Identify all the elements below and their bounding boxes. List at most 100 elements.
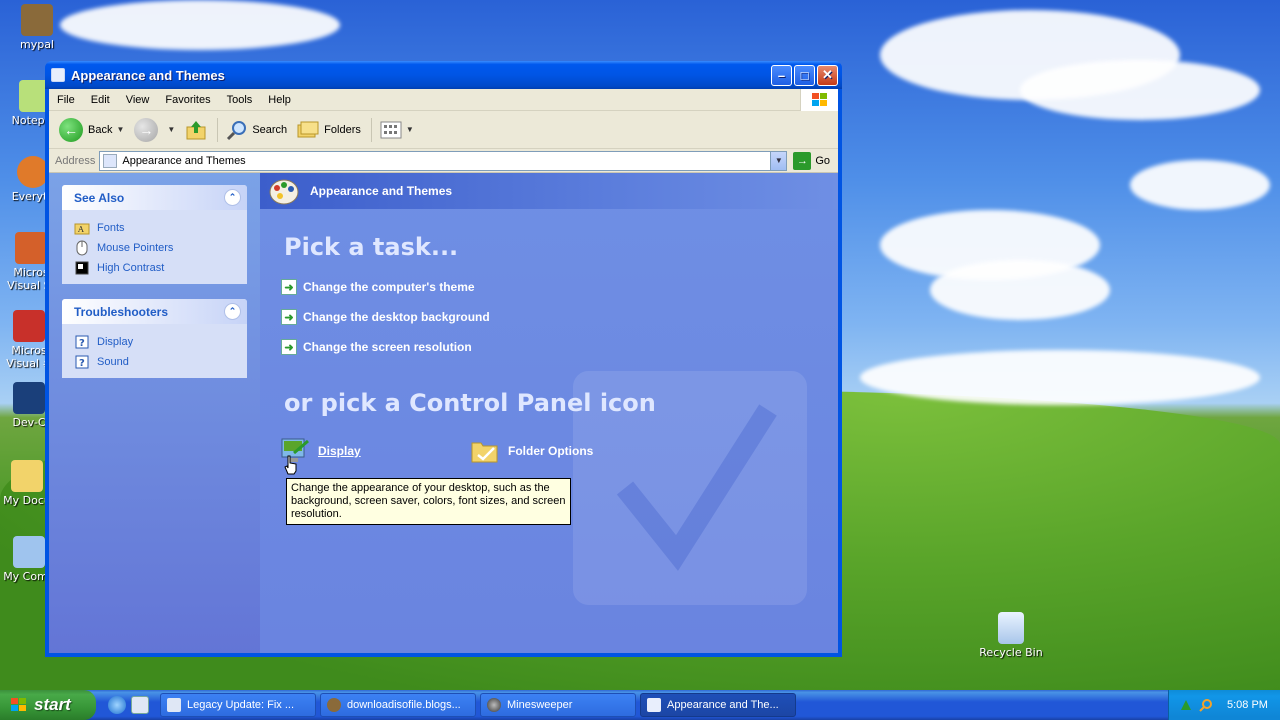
see-also-item-high-contrast[interactable]: High Contrast: [74, 258, 235, 278]
clock[interactable]: 5:08 PM: [1227, 699, 1268, 711]
task-change-background[interactable]: ➜ Change the desktop background: [281, 309, 490, 325]
see-also-item-mouse-pointers[interactable]: Mouse Pointers: [74, 238, 235, 258]
help-icon: ?: [74, 334, 90, 350]
troubleshooter-item-sound[interactable]: ? Sound: [74, 352, 235, 372]
search-tray-icon[interactable]: [1199, 698, 1213, 712]
taskbar-item-minesweeper[interactable]: Minesweeper: [480, 693, 636, 717]
task-change-resolution[interactable]: ➜ Change the screen resolution: [281, 339, 472, 355]
browser-page-icon: [167, 698, 181, 712]
menu-file[interactable]: File: [49, 94, 83, 106]
desktop-icon-recycle-bin[interactable]: Recycle Bin: [976, 612, 1046, 659]
control-panel-icon: [51, 68, 65, 82]
forward-dropdown-icon[interactable]: ▼: [167, 125, 175, 134]
explorer-window: Appearance and Themes – □ ✕ File Edit Vi…: [45, 61, 842, 657]
pick-icon-heading: or pick a Control Panel icon: [284, 389, 656, 417]
green-arrow-icon: ➜: [281, 279, 297, 295]
address-field[interactable]: Appearance and Themes ▼: [99, 150, 788, 171]
internet-explorer-icon[interactable]: [108, 696, 126, 714]
window-title: Appearance and Themes: [71, 67, 225, 83]
menu-bar: File Edit View Favorites Tools Help: [49, 89, 838, 111]
cloud: [1020, 60, 1260, 120]
contrast-icon: [74, 260, 90, 276]
windows-flag-icon: [11, 698, 26, 711]
start-button[interactable]: start: [0, 690, 96, 720]
close-button[interactable]: ✕: [817, 64, 838, 86]
folder-options-icon-link[interactable]: Folder Options: [470, 437, 593, 465]
menu-edit[interactable]: Edit: [83, 94, 118, 106]
windows-logo-icon: [800, 89, 838, 111]
mouse-icon: [74, 240, 90, 256]
quick-launch: [108, 696, 154, 714]
category-header: Appearance and Themes: [260, 173, 838, 209]
taskbar-item-legacy-update[interactable]: Legacy Update: Fix ...: [160, 693, 316, 717]
task-change-theme[interactable]: ➜ Change the computer's theme: [281, 279, 475, 295]
main-pane: Appearance and Themes Pick a task... ➜ C…: [260, 173, 838, 653]
mine-icon: [487, 698, 501, 712]
views-button[interactable]: ▼: [376, 115, 418, 145]
title-bar[interactable]: Appearance and Themes – □ ✕: [45, 61, 842, 89]
recycle-bin-icon: [998, 612, 1024, 644]
folder-options-icon: [471, 442, 498, 463]
visual-studio-icon: [15, 232, 47, 264]
appearance-themes-icon: [269, 179, 299, 205]
mypal-icon: [21, 4, 53, 36]
minimize-button[interactable]: –: [771, 64, 792, 86]
visual-sharp-icon: [13, 310, 45, 342]
troubleshooter-item-display[interactable]: ? Display: [74, 332, 235, 352]
collapse-icon[interactable]: ⌃: [224, 189, 241, 206]
up-button[interactable]: [181, 115, 211, 145]
system-tray: 5:08 PM: [1168, 690, 1280, 720]
network-icon[interactable]: [1179, 698, 1193, 712]
task-pane: See Also ⌃ A Fonts Mouse Pointers High C…: [49, 173, 260, 653]
folders-button[interactable]: Folders: [293, 115, 365, 145]
hand-cursor-icon: [284, 455, 297, 475]
folder-icon: A: [74, 220, 90, 236]
troubleshooters-header[interactable]: Troubleshooters ⌃: [62, 299, 247, 324]
green-arrow-icon: ➜: [281, 309, 297, 325]
mypal-icon: [327, 698, 341, 712]
cloud: [930, 260, 1110, 320]
display-tooltip: Change the appearance of your desktop, s…: [286, 478, 571, 525]
show-desktop-icon[interactable]: [131, 696, 149, 714]
folder-up-icon: [186, 120, 206, 139]
collapse-icon[interactable]: ⌃: [224, 303, 241, 320]
back-dropdown-icon[interactable]: ▼: [116, 125, 124, 134]
menu-favorites[interactable]: Favorites: [157, 94, 218, 106]
control-panel-icon: [647, 698, 661, 712]
my-documents-icon: [11, 460, 43, 492]
devc-icon: [13, 382, 45, 414]
taskbar: start Legacy Update: Fix ... downloadiso…: [0, 690, 1280, 720]
svg-text:?: ?: [79, 358, 85, 369]
address-dropdown-icon[interactable]: ▼: [770, 151, 787, 170]
search-button[interactable]: Search: [222, 115, 291, 145]
go-arrow-icon: →: [793, 151, 812, 170]
cloud: [60, 0, 340, 50]
toolbar-separator: [370, 117, 372, 142]
forward-button[interactable]: → ▼: [130, 115, 179, 145]
taskbar-item-appearance-themes[interactable]: Appearance and The...: [640, 693, 796, 717]
taskbar-item-downloadisofile[interactable]: downloadisofile.blogs...: [320, 693, 476, 717]
see-also-header[interactable]: See Also ⌃: [62, 185, 247, 210]
maximize-button[interactable]: □: [794, 64, 815, 86]
control-panel-icon: [103, 153, 118, 168]
cloud: [1130, 160, 1270, 210]
address-label: Address: [55, 154, 96, 167]
see-also-item-fonts[interactable]: A Fonts: [74, 218, 235, 238]
views-grid-icon: [380, 121, 402, 138]
menu-view[interactable]: View: [118, 94, 158, 106]
troubleshooters-panel: Troubleshooters ⌃ ? Display ? Sound: [62, 299, 247, 378]
address-bar: Address Appearance and Themes ▼ → Go: [49, 149, 838, 173]
menu-help[interactable]: Help: [260, 94, 299, 106]
go-button[interactable]: → Go: [793, 151, 836, 170]
see-also-panel: See Also ⌃ A Fonts Mouse Pointers High C…: [62, 185, 247, 284]
svg-text:?: ?: [79, 338, 85, 349]
pick-task-heading: Pick a task...: [284, 233, 459, 261]
svg-text:A: A: [77, 225, 84, 234]
views-dropdown-icon: ▼: [405, 125, 414, 134]
back-button[interactable]: ← Back ▼: [55, 115, 128, 145]
desktop-icon-mypal[interactable]: mypal: [2, 4, 72, 51]
folders-icon: [297, 121, 319, 137]
search-icon: [227, 120, 247, 140]
menu-tools[interactable]: Tools: [219, 94, 261, 106]
back-arrow-icon: ←: [59, 117, 83, 142]
